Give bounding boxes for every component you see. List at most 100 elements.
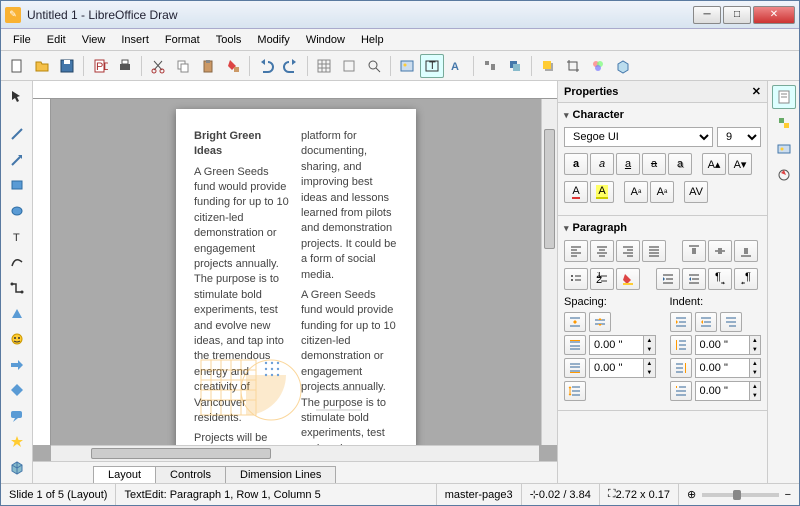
tab-dimension-lines[interactable]: Dimension Lines [225,466,336,483]
menu-insert[interactable]: Insert [113,32,157,48]
new-button[interactable] [5,54,29,78]
align-right-button[interactable] [616,240,640,262]
bullets-button[interactable] [564,268,588,290]
sidebar-properties-icon[interactable] [772,85,796,109]
font-name-select[interactable]: Segoe UI [564,127,713,147]
tab-layout[interactable]: Layout [93,466,156,483]
menu-format[interactable]: Format [157,32,208,48]
hanging-indent-button[interactable] [720,312,742,332]
align-button[interactable] [478,54,502,78]
scrollbar-horizontal[interactable] [51,445,539,461]
sidebar-styles-icon[interactable] [772,111,796,135]
sidebar-navigator-icon[interactable] [772,163,796,187]
block-arrows-tool[interactable] [5,353,29,377]
font-size-select[interactable]: 9 [717,127,761,147]
filter-button[interactable] [586,54,610,78]
align-top-button[interactable] [682,240,706,262]
stars-tool[interactable] [5,430,29,454]
tab-controls[interactable]: Controls [155,466,226,483]
arrow-tool[interactable] [5,148,29,172]
maximize-button[interactable]: □ [723,6,751,24]
basic-shapes-tool[interactable] [5,302,29,326]
bold-button[interactable]: a [564,153,588,175]
properties-close-icon[interactable]: ✕ [752,85,761,98]
menu-view[interactable]: View [74,32,114,48]
underline-button[interactable]: a [616,153,640,175]
align-justify-button[interactable] [642,240,666,262]
shadow-button[interactable] [536,54,560,78]
flowchart-tool[interactable] [5,379,29,403]
menu-help[interactable]: Help [353,32,392,48]
increase-size-button[interactable]: A▴ [702,153,726,175]
menu-tools[interactable]: Tools [208,32,250,48]
curve-tool[interactable] [5,250,29,274]
undo-button[interactable] [254,54,278,78]
bg-color-button[interactable] [616,268,640,290]
scrollbar-vertical[interactable] [541,99,557,445]
paste-button[interactable] [196,54,220,78]
spacing-decrease-button[interactable] [589,312,611,332]
space-below-input[interactable]: ▲▼ [589,358,656,378]
menu-modify[interactable]: Modify [249,32,297,48]
export-pdf-button[interactable]: PDF [88,54,112,78]
align-left-button[interactable] [564,240,588,262]
increase-indent-button[interactable] [656,268,680,290]
rectangle-tool[interactable] [5,174,29,198]
drawing-canvas[interactable]: Bright Green Ideas A Green Seeds fund wo… [51,99,541,445]
sidebar-gallery-icon[interactable] [772,137,796,161]
copy-button[interactable] [171,54,195,78]
zoom-slider[interactable]: ⊕ − [679,484,799,505]
indent-decrease-button[interactable] [695,312,717,332]
cut-button[interactable] [146,54,170,78]
3d-objects-tool[interactable] [5,455,29,479]
numbering-button[interactable]: 12 [590,268,614,290]
indent-first-input[interactable]: ▲▼ [695,381,762,401]
minimize-button[interactable]: ─ [693,6,721,24]
connector-tool[interactable] [5,276,29,300]
textbox-button[interactable]: T [420,54,444,78]
status-master[interactable]: master-page3 [437,484,522,505]
menu-window[interactable]: Window [298,32,353,48]
char-spacing-button[interactable]: AV [684,181,708,203]
decrease-size-button[interactable]: A▾ [728,153,752,175]
align-center-button[interactable] [590,240,614,262]
crop-button[interactable] [561,54,585,78]
select-tool[interactable] [5,85,29,109]
line-tool[interactable] [5,122,29,146]
extrusion-button[interactable] [611,54,635,78]
format-paint-button[interactable] [221,54,245,78]
italic-button[interactable]: a [590,153,614,175]
subscript-button[interactable]: Aa [650,181,674,203]
menu-file[interactable]: File [5,32,39,48]
page[interactable]: Bright Green Ideas A Green Seeds fund wo… [176,109,416,445]
superscript-button[interactable]: Aa [624,181,648,203]
open-button[interactable] [30,54,54,78]
align-bottom-button[interactable] [734,240,758,262]
shadow-text-button[interactable]: a [668,153,692,175]
highlight-color-button[interactable]: A [590,181,614,203]
align-vcenter-button[interactable] [708,240,732,262]
helplines-button[interactable] [337,54,361,78]
ltr-button[interactable]: ¶ [708,268,732,290]
callout-tool[interactable] [5,404,29,428]
ruler-vertical[interactable] [33,99,51,445]
ruler-horizontal[interactable] [33,81,557,99]
strike-button[interactable]: a [642,153,666,175]
indent-before-input[interactable]: ▲▼ [695,335,762,355]
image-button[interactable] [395,54,419,78]
character-panel-title[interactable]: Character [564,109,761,121]
rtl-button[interactable]: ¶ [734,268,758,290]
decrease-indent-button[interactable] [682,268,706,290]
redo-button[interactable] [279,54,303,78]
ellipse-tool[interactable] [5,199,29,223]
symbol-shapes-tool[interactable] [5,327,29,351]
indent-after-input[interactable]: ▲▼ [695,358,762,378]
line-spacing-button[interactable] [564,381,586,401]
indent-increase-button[interactable] [670,312,692,332]
save-button[interactable] [55,54,79,78]
zoom-button[interactable] [362,54,386,78]
space-above-input[interactable]: ▲▼ [589,335,656,355]
close-button[interactable]: ✕ [753,6,795,24]
text-tool[interactable]: T [5,225,29,249]
font-color-button[interactable]: A [564,181,588,203]
